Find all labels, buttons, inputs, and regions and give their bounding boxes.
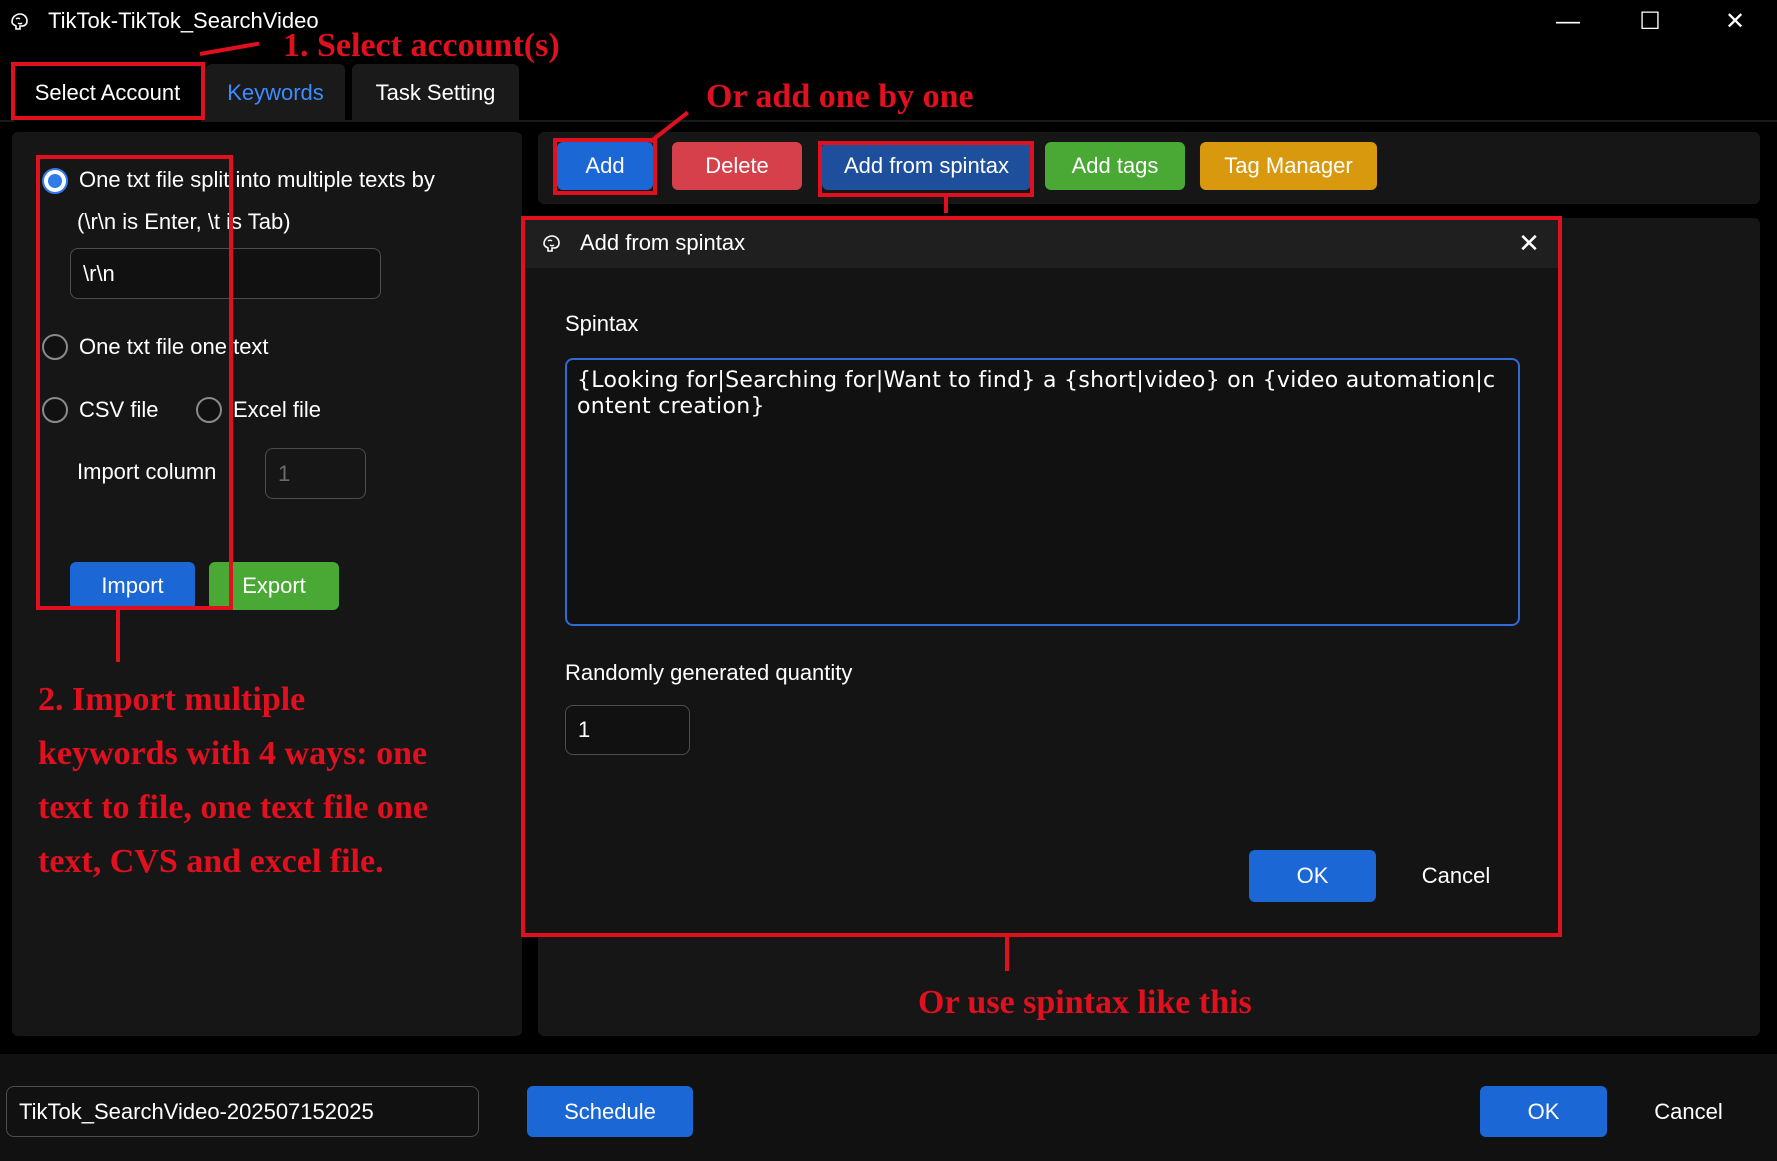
radio-csv[interactable] xyxy=(42,397,68,423)
dialog-close-button[interactable]: ✕ xyxy=(1512,226,1546,260)
dialog-ok-button[interactable]: OK xyxy=(1249,850,1376,902)
tag-manager-button[interactable]: Tag Manager xyxy=(1200,142,1377,190)
maximize-button[interactable]: ☐ xyxy=(1620,4,1680,40)
annotation-import-line-4: text, CVS and excel file. xyxy=(38,843,384,880)
annotation-import-line-1: 2. Import multiple xyxy=(38,681,306,718)
delimiter-input[interactable]: \r\n xyxy=(70,248,381,299)
spintax-dialog: Add from spintax ✕ Spintax {Looking for|… xyxy=(522,218,1560,934)
close-window-button[interactable]: ✕ xyxy=(1705,4,1765,40)
export-button[interactable]: Export xyxy=(209,562,339,610)
quantity-label: Randomly generated quantity xyxy=(565,660,853,685)
option-split-label: One txt file split into multiple texts b… xyxy=(79,167,435,192)
minimize-button[interactable]: — xyxy=(1538,4,1598,40)
tab-task-setting[interactable]: Task Setting xyxy=(352,64,519,122)
annotation-import-line-2: keywords with 4 ways: one xyxy=(38,735,428,772)
dialog-title: Add from spintax xyxy=(580,230,746,255)
tab-select-account[interactable]: Select Account xyxy=(14,64,201,122)
radio-one-text[interactable] xyxy=(42,334,68,360)
brain-icon xyxy=(8,10,30,32)
window-title: TikTok-TikTok_SearchVideo xyxy=(48,8,319,33)
add-button[interactable]: Add xyxy=(557,142,653,190)
quantity-input[interactable]: 1 xyxy=(565,705,690,755)
schedule-button[interactable]: Schedule xyxy=(527,1086,693,1137)
radio-excel[interactable] xyxy=(196,397,222,423)
cancel-button[interactable]: Cancel xyxy=(1625,1086,1752,1137)
annotation-select-account: 1. Select account(s) xyxy=(283,27,560,64)
annotation-use-spintax: Or use spintax like this xyxy=(918,984,1252,1021)
add-from-spintax-button[interactable]: Add from spintax xyxy=(822,142,1031,190)
option-csv-label: CSV file xyxy=(79,397,159,422)
close-icon: ✕ xyxy=(1724,8,1746,35)
dialog-cancel-button[interactable]: Cancel xyxy=(1400,850,1512,902)
annotation-import-ways: 2. Import multiple keywords with 4 ways:… xyxy=(38,673,428,889)
spintax-textarea[interactable]: {Looking for|Searching for|Want to find}… xyxy=(565,358,1520,626)
brain-icon xyxy=(540,232,562,259)
close-icon: ✕ xyxy=(1518,228,1540,258)
import-column-input[interactable]: 1 xyxy=(265,448,366,499)
option-excel-label: Excel file xyxy=(233,397,322,422)
import-button[interactable]: Import xyxy=(70,562,195,610)
option-one-text-label: One txt file one text xyxy=(79,334,269,359)
task-name-input[interactable]: TikTok_SearchVideo-202507152025 xyxy=(6,1086,479,1137)
add-tags-button[interactable]: Add tags xyxy=(1045,142,1185,190)
maximize-icon: ☐ xyxy=(1639,8,1661,35)
radio-split-file[interactable] xyxy=(42,168,68,194)
ok-button[interactable]: OK xyxy=(1480,1086,1607,1137)
tab-keywords[interactable]: Keywords xyxy=(206,64,345,122)
spintax-label: Spintax xyxy=(565,311,639,336)
annotation-import-line-3: text to file, one text file one xyxy=(38,789,428,826)
delete-button[interactable]: Delete xyxy=(672,142,802,190)
import-column-label: Import column xyxy=(77,459,217,484)
option-split-hint: (\r\n is Enter, \t is Tab) xyxy=(77,209,291,234)
annotation-add-one-by-one: Or add one by one xyxy=(706,78,974,115)
minimize-icon: — xyxy=(1556,8,1580,35)
